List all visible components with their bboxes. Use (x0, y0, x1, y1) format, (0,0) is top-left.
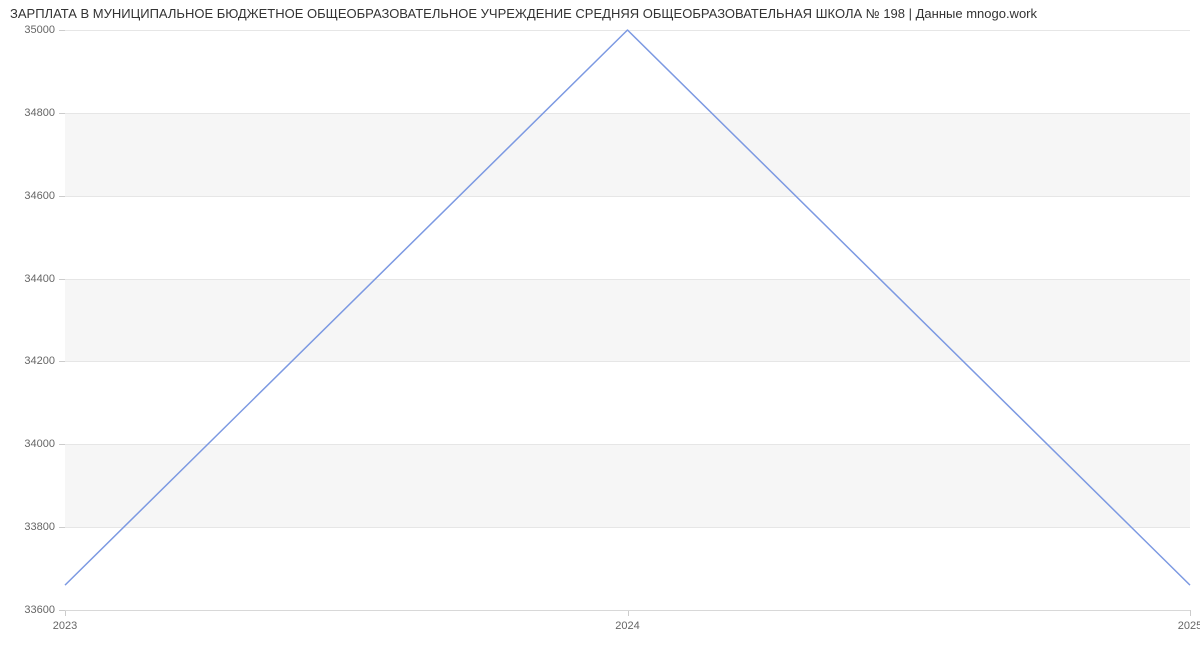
y-tick (59, 444, 65, 445)
series-line (65, 30, 1190, 585)
y-tick-label: 34800 (24, 107, 55, 119)
y-tick-label: 34000 (24, 438, 55, 450)
chart-container: ЗАРПЛАТА В МУНИЦИПАЛЬНОЕ БЮДЖЕТНОЕ ОБЩЕО… (0, 0, 1200, 650)
y-tick-label: 33800 (24, 521, 55, 533)
x-tick-label: 2024 (615, 620, 639, 632)
y-tick (59, 527, 65, 528)
y-tick (59, 30, 65, 31)
y-tick (59, 361, 65, 362)
plot-area (65, 30, 1190, 610)
series-line-layer (65, 30, 1190, 610)
y-tick-label: 34200 (24, 355, 55, 367)
x-tick-label: 2025 (1178, 620, 1200, 632)
x-axis-line (65, 610, 1190, 611)
y-tick-label: 35000 (24, 24, 55, 36)
y-tick-label: 33600 (24, 604, 55, 616)
x-tick-label: 2023 (53, 620, 77, 632)
y-tick (59, 113, 65, 114)
y-tick-label: 34600 (24, 190, 55, 202)
y-tick-label: 34400 (24, 273, 55, 285)
chart-title: ЗАРПЛАТА В МУНИЦИПАЛЬНОЕ БЮДЖЕТНОЕ ОБЩЕО… (10, 6, 1037, 21)
y-tick (59, 279, 65, 280)
y-tick (59, 196, 65, 197)
x-tick (1190, 610, 1191, 616)
